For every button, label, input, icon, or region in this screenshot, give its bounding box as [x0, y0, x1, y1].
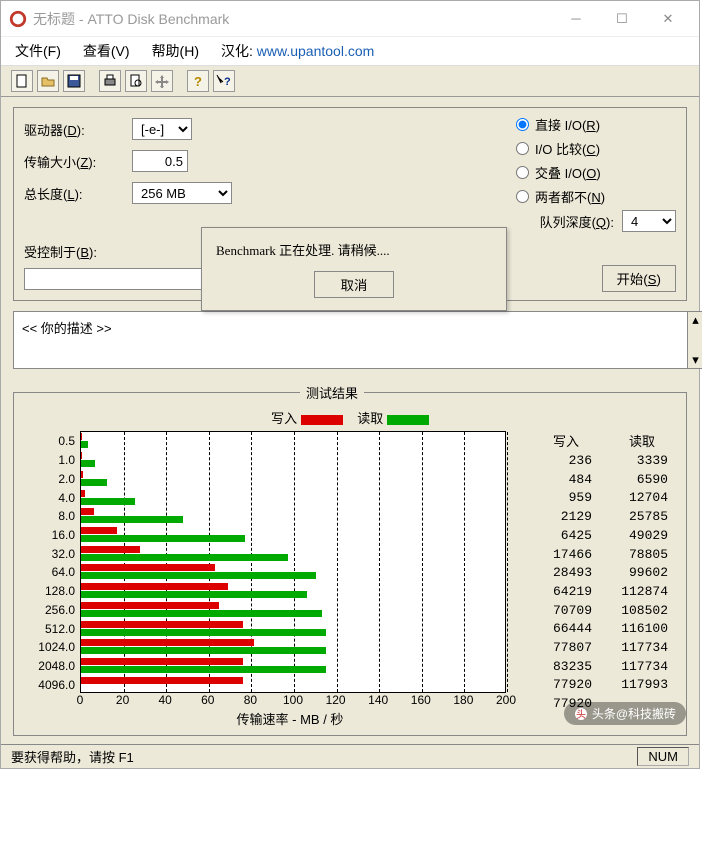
cancel-button[interactable]: 取消	[314, 271, 395, 298]
results-group: 测试结果 写入 读取 0.51.02.04.08.016.032.064.012…	[13, 383, 687, 736]
watermark: 头 头条@科技搬砖	[564, 702, 686, 725]
qd-label: 队列深度(Q):	[540, 212, 614, 231]
menu-view[interactable]: 查看(V)	[83, 41, 130, 61]
xfer-label: 传输大小(Z):	[24, 152, 132, 171]
data-columns: 写入读取 23633394846590959127042129257856425…	[524, 431, 680, 733]
drive-label: 驱动器(D):	[24, 120, 132, 139]
help-icon[interactable]: ?	[187, 70, 209, 92]
radio-direct[interactable]	[516, 118, 529, 131]
menu-help[interactable]: 帮助(H)	[152, 41, 199, 61]
title-bar: 无标题 - ATTO Disk Benchmark ─ ☐ ✕	[1, 1, 699, 37]
window-title: 无标题 - ATTO Disk Benchmark	[33, 9, 553, 29]
results-title: 测试结果	[300, 383, 364, 402]
status-bar: 要获得帮助，请按 F1 NUM	[1, 744, 699, 768]
minimize-button[interactable]: ─	[553, 4, 599, 34]
len-label: 总长度(L):	[24, 184, 132, 203]
scroll-up-icon[interactable]: ▴	[692, 312, 699, 328]
controlled-label: 受控制于(B):	[24, 245, 97, 260]
chart-legend: 写入 读取	[20, 408, 680, 431]
scroll-down-icon[interactable]: ▾	[692, 352, 699, 368]
radio-overlap[interactable]	[516, 166, 529, 179]
print-icon[interactable]	[99, 70, 121, 92]
loc-link[interactable]: www.upantool.com	[257, 43, 375, 59]
svg-text:头: 头	[576, 709, 586, 721]
qd-select[interactable]: 4	[622, 210, 676, 232]
maximize-button[interactable]: ☐	[599, 4, 645, 34]
scrollbar[interactable]: ▴▾	[687, 311, 702, 369]
toolbar: ? ?	[1, 65, 699, 97]
watermark-icon: 头	[574, 707, 588, 721]
radio-neither[interactable]	[516, 190, 529, 203]
description-box[interactable]: << 你的描述 >> ▴▾	[13, 311, 687, 369]
io-mode-radios: 直接 I/O(R) I/O 比较(C) 交叠 I/O(O) 两者都不(N)	[516, 112, 676, 208]
preview-icon[interactable]	[125, 70, 147, 92]
menu-bar: 文件(F) 查看(V) 帮助(H) 汉化: www.upantool.com	[1, 37, 699, 65]
open-icon[interactable]	[37, 70, 59, 92]
len-select[interactable]: 256 MB	[132, 182, 232, 204]
chart: 0.51.02.04.08.016.032.064.0128.0256.0512…	[20, 431, 524, 733]
xfer-input[interactable]	[132, 150, 188, 172]
svg-text:?: ?	[224, 76, 231, 88]
status-help: 要获得帮助，请按 F1	[11, 747, 134, 766]
progress-dialog: Benchmark 正在处理. 请稍候.... 取消	[201, 227, 507, 311]
close-button[interactable]: ✕	[645, 4, 691, 34]
chart-xlabel: 传输速率 - MB / 秒	[56, 709, 524, 728]
new-icon[interactable]	[11, 70, 33, 92]
menu-file[interactable]: 文件(F)	[15, 41, 61, 61]
dialog-message: Benchmark 正在处理. 请稍候....	[216, 240, 492, 259]
save-icon[interactable]	[63, 70, 85, 92]
status-num: NUM	[637, 747, 689, 766]
loc-label: 汉化:	[221, 43, 253, 59]
app-icon	[9, 10, 27, 28]
start-button[interactable]: 开始(S)	[602, 265, 676, 292]
move-icon[interactable]	[151, 70, 173, 92]
radio-compare[interactable]	[516, 142, 529, 155]
drive-select[interactable]: [-e-]	[132, 118, 192, 140]
whatsthis-icon[interactable]: ?	[213, 70, 235, 92]
